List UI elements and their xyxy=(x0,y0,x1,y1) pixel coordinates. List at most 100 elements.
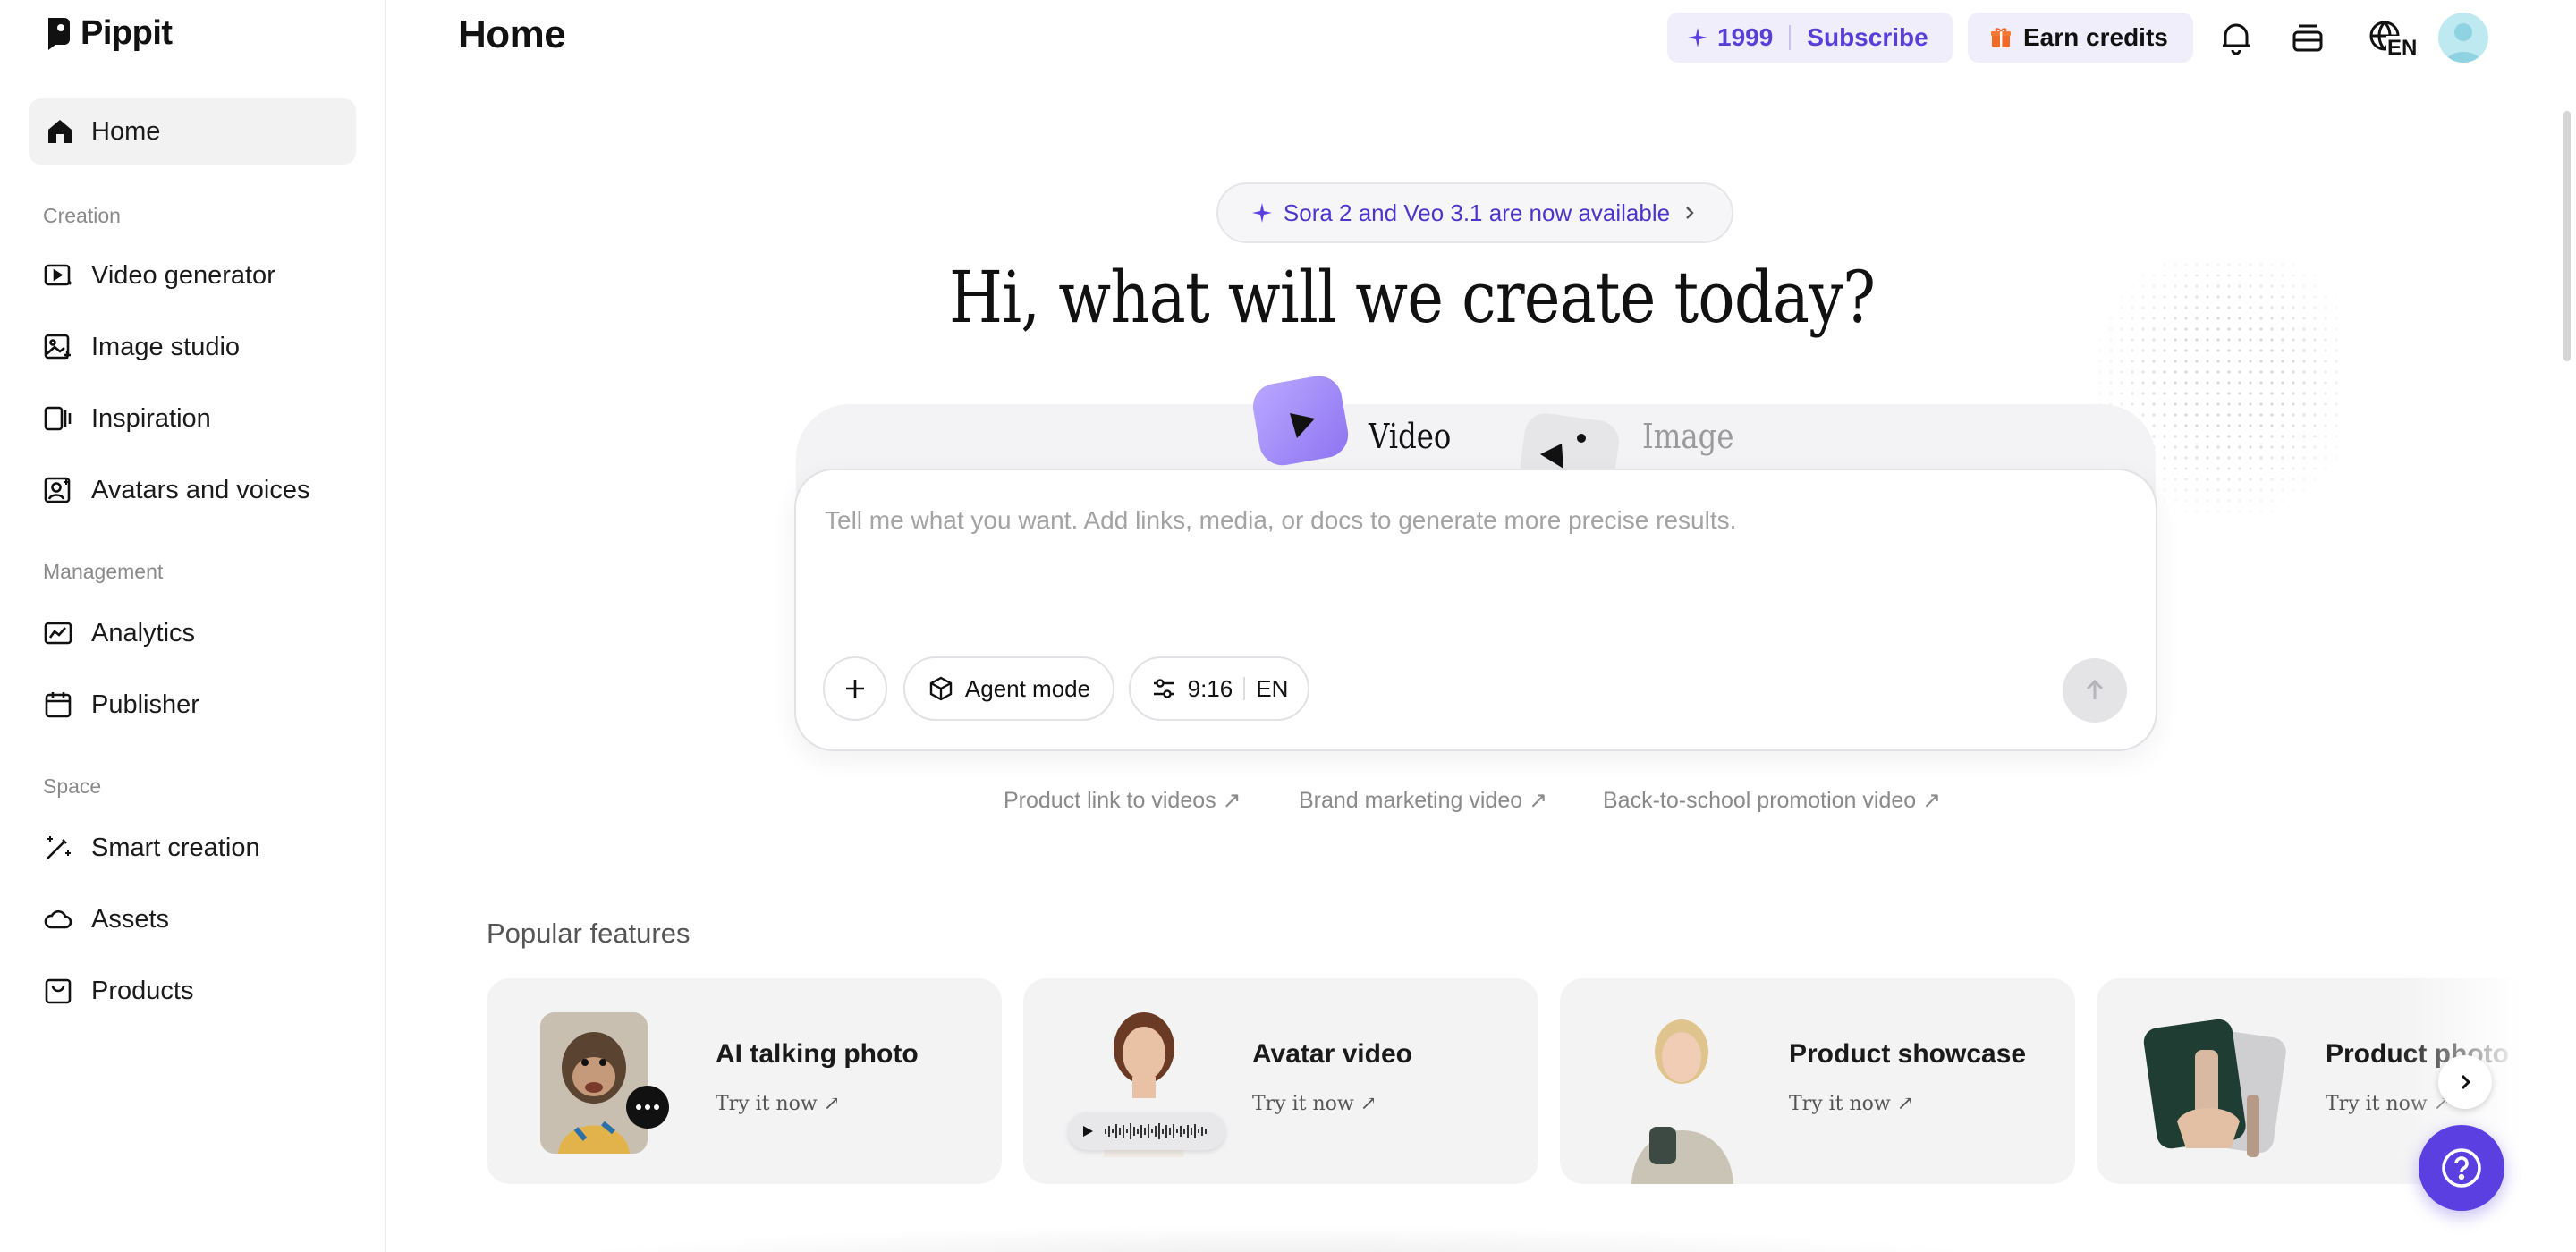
credits-count: 1999 xyxy=(1717,23,1774,51)
try-it-now-link[interactable]: Try it now ↗ xyxy=(1252,1093,1377,1115)
magic-wand-icon xyxy=(47,836,71,859)
send-button[interactable] xyxy=(2063,658,2127,723)
sidebar-item-products[interactable]: Products xyxy=(29,962,356,1019)
notification-button[interactable] xyxy=(2215,16,2258,59)
card-title: Product showcase xyxy=(1789,1039,2027,1069)
suggestion-link[interactable]: Back-to-school promotion video ↗ xyxy=(1603,787,1941,814)
sidebar-item-inspiration[interactable]: Inspiration xyxy=(29,390,356,447)
sparkle-icon xyxy=(1688,28,1707,47)
plus-icon xyxy=(846,680,864,698)
sidebar-item-label: Smart creation xyxy=(91,833,260,862)
section-label-space: Space xyxy=(43,774,102,798)
sidebar-item-label: Home xyxy=(91,116,161,146)
image-studio-icon xyxy=(44,334,71,360)
suggestion-link[interactable]: Product link to videos ↗ xyxy=(1004,787,1241,814)
feature-card-avatar-video[interactable]: Avatar video Try it now ↗ xyxy=(1023,978,1538,1184)
agent-mode-button[interactable]: Agent mode xyxy=(903,656,1114,721)
suggestion-link[interactable]: Brand marketing video ↗ xyxy=(1299,787,1547,814)
sidebar-item-publisher[interactable]: Publisher xyxy=(29,676,356,733)
sidebar-item-label: Analytics xyxy=(91,618,196,647)
hero-headline-text: Hi, what will we create today? xyxy=(949,256,1876,339)
sidebar-item-label: Products xyxy=(91,976,194,1005)
sidebar-item-label: Avatars and voices xyxy=(91,475,310,504)
help-button[interactable] xyxy=(2419,1125,2504,1211)
divider xyxy=(1243,677,1246,700)
calendar-icon xyxy=(45,692,72,718)
try-it-now-link[interactable]: Try it now ↗ xyxy=(716,1093,840,1115)
sidebar-item-label: Assets xyxy=(91,904,170,934)
video-tab-icon[interactable] xyxy=(1249,370,1356,470)
product-showcase-image xyxy=(1631,1019,1733,1184)
waveform-icon xyxy=(1105,1123,1207,1139)
card-title: AI talking photo xyxy=(716,1039,919,1069)
page-title: Home xyxy=(458,13,566,56)
bell-icon xyxy=(2223,23,2250,55)
sparkle-icon xyxy=(1251,203,1272,223)
user-avatar[interactable] xyxy=(2438,13,2488,63)
sidebar-item-assets[interactable]: Assets xyxy=(29,891,356,948)
carousel-next-button[interactable] xyxy=(2438,1055,2492,1109)
chat-bubble-icon xyxy=(626,1086,669,1129)
prompt-input[interactable]: Tell me what you want. Add links, media,… xyxy=(825,506,1736,535)
feature-card-ai-talking-photo[interactable]: AI talking photo Try it now ↗ xyxy=(487,978,1002,1184)
earn-credits-button[interactable]: Earn credits xyxy=(1968,13,2193,63)
help-icon xyxy=(2442,1148,2481,1188)
tab-image[interactable]: Image xyxy=(1642,417,1733,456)
logo-text: Pippit xyxy=(80,14,173,52)
sidebar-item-smart-creation[interactable]: Smart creation xyxy=(29,819,356,876)
avatar-voice-icon xyxy=(44,477,71,503)
stack-icon xyxy=(2292,24,2323,52)
cube-icon xyxy=(929,676,953,701)
audio-player[interactable] xyxy=(1068,1112,1225,1150)
section-label-creation: Creation xyxy=(43,204,121,227)
language-code: EN xyxy=(2386,36,2419,61)
storage-button[interactable] xyxy=(2286,16,2329,59)
subscribe-button[interactable]: Subscribe xyxy=(1807,23,1928,52)
page-scrollbar[interactable] xyxy=(2563,111,2571,361)
aspect-ratio-value: 9:16 xyxy=(1187,674,1233,702)
tab-video[interactable]: Video xyxy=(1368,417,1451,456)
sidebar-item-home[interactable]: Home xyxy=(29,98,356,165)
analytics-icon xyxy=(44,622,72,645)
add-attachment-button[interactable] xyxy=(823,656,887,721)
sidebar: Pippit Home Creation Video generator Ima… xyxy=(0,0,386,1252)
chevron-right-icon xyxy=(2461,1074,2471,1090)
earn-credits-label: Earn credits xyxy=(2023,23,2168,51)
announcement-text: Sora 2 and Veo 3.1 are now available xyxy=(1283,199,1671,226)
decorative-shadow xyxy=(537,1225,2021,1252)
pippit-logo-icon xyxy=(48,17,70,50)
video-generator-icon xyxy=(44,264,72,286)
try-it-now-link[interactable]: Try it now ↗ xyxy=(1789,1093,1913,1115)
popular-features-title: Popular features xyxy=(487,918,691,949)
divider xyxy=(1789,25,1792,50)
gift-icon xyxy=(1991,28,2011,47)
bag-icon xyxy=(45,978,72,1004)
play-icon xyxy=(1083,1126,1093,1137)
image-tab-icon[interactable] xyxy=(1521,408,1619,470)
chimp-image xyxy=(540,1012,648,1154)
chimp-thumbnail xyxy=(540,1012,648,1154)
sidebar-item-avatars-voices[interactable]: Avatars and voices xyxy=(29,461,356,519)
card-title: Avatar video xyxy=(1252,1039,1412,1069)
sidebar-item-analytics[interactable]: Analytics xyxy=(29,605,356,662)
sidebar-item-label: Publisher xyxy=(91,689,199,719)
announcement-banner[interactable]: Sora 2 and Veo 3.1 are now available xyxy=(1216,182,1733,243)
feature-card-product-showcase[interactable]: Product showcase Try it now ↗ xyxy=(1560,978,2075,1184)
product-photo-image xyxy=(2143,1019,2286,1157)
language-button[interactable]: EN xyxy=(2358,16,2419,61)
inspiration-icon xyxy=(44,406,72,431)
generation-settings-button[interactable]: 9:16 EN xyxy=(1129,656,1309,721)
home-icon xyxy=(48,120,72,143)
user-avatar-icon xyxy=(2445,23,2481,63)
arrow-up-icon xyxy=(2086,679,2104,699)
credits-subscribe-pill[interactable]: 1999 Subscribe xyxy=(1667,13,1953,63)
app-root: Pippit Home Creation Video generator Ima… xyxy=(0,0,2576,1252)
cloud-icon xyxy=(44,909,72,929)
logo[interactable]: Pippit xyxy=(45,14,173,53)
sliders-icon xyxy=(1153,679,1174,698)
section-label-management: Management xyxy=(43,560,164,583)
output-language-value: EN xyxy=(1256,674,1289,702)
prompt-box: Tell me what you want. Add links, media,… xyxy=(794,469,2157,751)
agent-mode-label: Agent mode xyxy=(964,674,1091,702)
chevron-right-icon xyxy=(1686,207,1694,219)
